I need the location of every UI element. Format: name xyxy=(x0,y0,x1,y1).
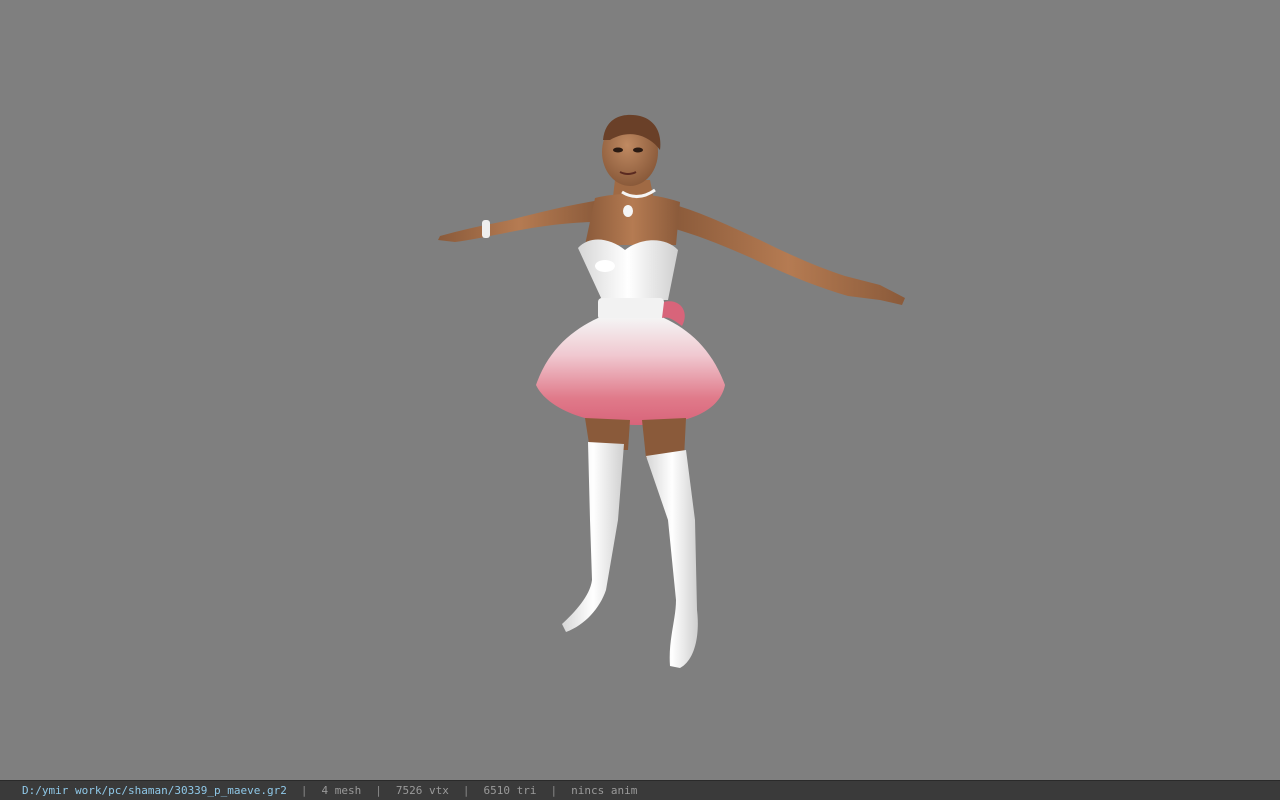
status-bar: D:/ymir work/pc/shaman/30339_p_maeve.gr2… xyxy=(0,780,1280,800)
separator: | xyxy=(300,784,308,797)
bracelet xyxy=(482,220,490,238)
separator: | xyxy=(375,784,382,797)
3d-viewport[interactable] xyxy=(0,0,1280,780)
bodice xyxy=(578,239,678,300)
shoulders xyxy=(585,193,680,245)
separator: | xyxy=(462,784,470,797)
pendant xyxy=(623,205,633,217)
anim-status-label: nincs anim xyxy=(571,784,638,797)
right-arm xyxy=(672,205,905,305)
right-boot xyxy=(646,450,698,668)
separator: | xyxy=(550,784,558,797)
file-path-label: D:/ymir work/pc/shaman/30339_p_maeve.gr2 xyxy=(22,784,287,797)
triangle-count-label: 6510 tri xyxy=(483,784,537,797)
left-boot xyxy=(562,442,624,632)
character-model xyxy=(438,114,905,668)
vertex-count-label: 7526 vtx xyxy=(395,784,449,797)
waistband xyxy=(598,298,664,320)
skirt xyxy=(536,318,725,425)
mesh-count-label: 4 mesh xyxy=(321,784,362,797)
left-arm xyxy=(438,200,600,242)
